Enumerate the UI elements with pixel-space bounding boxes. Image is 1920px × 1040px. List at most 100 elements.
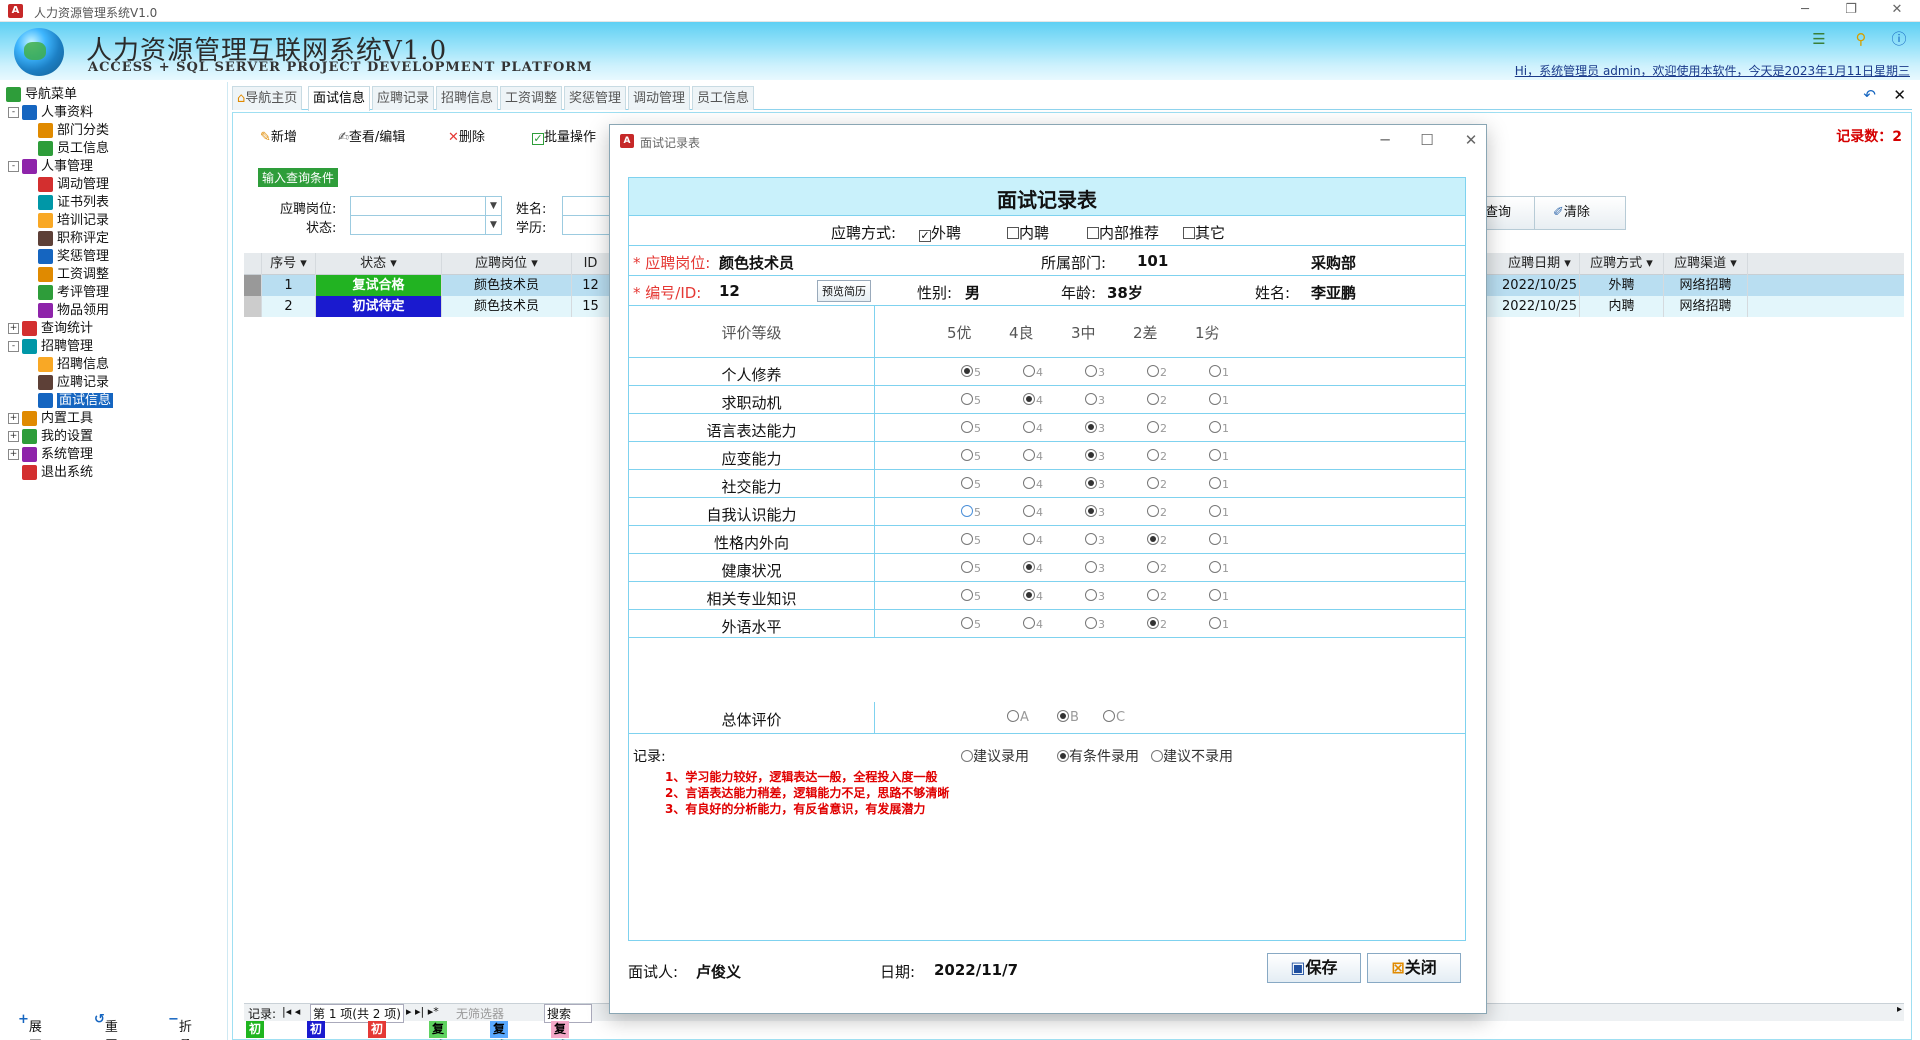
rating-radio[interactable]: 4 bbox=[1023, 365, 1043, 380]
rating-radio[interactable]: 4 bbox=[1023, 393, 1043, 408]
rating-radio[interactable]: 4 bbox=[1023, 421, 1043, 436]
tab-2[interactable]: 应聘记录 bbox=[372, 86, 435, 110]
minimize-button[interactable]: ─ bbox=[1790, 2, 1820, 17]
record-note-line[interactable]: 2、言语表达能力稍差，逻辑能力不足，思路不够清晰 bbox=[665, 784, 949, 801]
method-checkbox[interactable]: ✓外聘 bbox=[919, 222, 961, 243]
preview-resume-button[interactable]: 预览简历 bbox=[817, 280, 871, 302]
collapse-all-button[interactable]: − 折叠 bbox=[168, 1012, 192, 1040]
rating-radio[interactable]: 1 bbox=[1209, 533, 1229, 548]
rating-radio[interactable]: 5 bbox=[961, 589, 981, 604]
position-filter-select[interactable]: ▼ bbox=[350, 196, 502, 216]
tab-7[interactable]: 员工信息 bbox=[692, 86, 755, 110]
rating-radio[interactable]: 3 bbox=[1085, 533, 1105, 548]
rating-radio[interactable]: 5 bbox=[961, 617, 981, 632]
rating-radio[interactable]: 3 bbox=[1085, 561, 1105, 576]
rating-radio[interactable]: 2 bbox=[1147, 589, 1167, 604]
row-selector[interactable] bbox=[244, 275, 262, 296]
rating-radio[interactable]: 4 bbox=[1023, 589, 1043, 604]
rating-radio[interactable]: 3 bbox=[1085, 505, 1105, 520]
rating-radio[interactable]: 2 bbox=[1147, 533, 1167, 548]
delete-button[interactable]: ✕删除 bbox=[448, 126, 485, 145]
dialog-close-button[interactable]: ✕ bbox=[1456, 131, 1486, 149]
id-value[interactable]: 12 bbox=[719, 282, 740, 300]
rating-radio[interactable]: 5 bbox=[961, 421, 981, 436]
dialog-minimize-button[interactable]: ─ bbox=[1370, 131, 1400, 149]
col-header-status[interactable]: 状态 ▾ bbox=[316, 253, 442, 275]
rating-radio[interactable]: 1 bbox=[1209, 561, 1229, 576]
collapse-icon[interactable]: - bbox=[8, 161, 19, 172]
rating-radio[interactable]: 1 bbox=[1209, 589, 1229, 604]
overall-radio[interactable]: C bbox=[1103, 710, 1125, 725]
tab-close-icon[interactable]: ✕ bbox=[1893, 86, 1906, 104]
clear-button[interactable]: ✐清除 bbox=[1534, 196, 1626, 230]
rating-radio[interactable]: 4 bbox=[1023, 533, 1043, 548]
expand-icon[interactable]: + bbox=[8, 323, 19, 334]
user-icon[interactable]: ⚲ bbox=[1852, 30, 1870, 48]
rating-radio[interactable]: 2 bbox=[1147, 477, 1167, 492]
position-value[interactable]: 颜色技术员 bbox=[719, 252, 794, 273]
rating-radio[interactable]: 3 bbox=[1085, 449, 1105, 464]
recommend-radio[interactable]: 建议录用 bbox=[961, 746, 1029, 766]
nav-item[interactable]: 退出系统 bbox=[8, 462, 93, 484]
greeting-link[interactable]: Hi，系统管理员 admin，欢迎使用本软件，今天是2023年1月11日星期三 bbox=[1515, 62, 1910, 79]
rating-radio[interactable]: 3 bbox=[1085, 393, 1105, 408]
rating-radio[interactable]: 1 bbox=[1209, 449, 1229, 464]
tab-5[interactable]: 奖惩管理 bbox=[564, 86, 627, 110]
row-selector[interactable] bbox=[244, 296, 262, 317]
collapse-icon[interactable]: - bbox=[8, 341, 19, 352]
rating-radio[interactable]: 3 bbox=[1085, 477, 1105, 492]
rating-radio[interactable]: 4 bbox=[1023, 617, 1043, 632]
col-header-id[interactable]: ID bbox=[572, 253, 610, 275]
overall-radio[interactable]: A bbox=[1007, 710, 1029, 725]
name-value[interactable]: 李亚鹏 bbox=[1311, 282, 1356, 303]
rating-radio[interactable]: 3 bbox=[1085, 421, 1105, 436]
recommend-radio[interactable]: 有条件录用 bbox=[1057, 746, 1139, 766]
rating-radio[interactable]: 4 bbox=[1023, 477, 1043, 492]
record-note-line[interactable]: 1、学习能力较好，逻辑表达一般，全程投入度一般 bbox=[665, 768, 937, 785]
overall-radio[interactable]: B bbox=[1057, 710, 1079, 725]
rating-radio[interactable]: 1 bbox=[1209, 617, 1229, 632]
next-record-button[interactable]: ▸ ▸| ▸* bbox=[406, 1005, 439, 1018]
name-filter-input[interactable] bbox=[562, 196, 610, 216]
tab-3[interactable]: 招聘信息 bbox=[436, 86, 499, 110]
first-record-button[interactable]: |◂ ◂ bbox=[282, 1005, 300, 1018]
col-header-method[interactable]: 应聘方式 ▾ bbox=[1580, 253, 1664, 275]
rating-radio[interactable]: 2 bbox=[1147, 365, 1167, 380]
expand-icon[interactable]: + bbox=[8, 431, 19, 442]
view-edit-button[interactable]: ✍查看/编辑 bbox=[338, 126, 405, 145]
rating-radio[interactable]: 1 bbox=[1209, 477, 1229, 492]
date-value[interactable]: 2022/11/7 bbox=[934, 961, 1018, 979]
col-header-channel[interactable]: 应聘渠道 ▾ bbox=[1664, 253, 1748, 275]
undo-icon[interactable]: ↶ bbox=[1863, 86, 1876, 104]
method-checkbox[interactable]: 内部推荐 bbox=[1087, 222, 1159, 243]
status-filter-select[interactable]: ▼ bbox=[350, 215, 502, 235]
rating-radio[interactable]: 3 bbox=[1085, 589, 1105, 604]
method-checkbox[interactable]: 其它 bbox=[1183, 222, 1225, 243]
close-button[interactable]: ⊠关闭 bbox=[1367, 953, 1461, 983]
rating-radio[interactable]: 2 bbox=[1147, 617, 1167, 632]
rating-radio[interactable]: 2 bbox=[1147, 449, 1167, 464]
tab-4[interactable]: 工资调整 bbox=[500, 86, 563, 110]
reset-button[interactable]: ↺ 重置 bbox=[94, 1012, 118, 1040]
rating-radio[interactable]: 1 bbox=[1209, 505, 1229, 520]
rating-radio[interactable]: 1 bbox=[1209, 393, 1229, 408]
dept-id[interactable]: 101 bbox=[1137, 252, 1168, 270]
rating-radio[interactable]: 4 bbox=[1023, 505, 1043, 520]
rating-radio[interactable]: 2 bbox=[1147, 421, 1167, 436]
filter-indicator[interactable]: 无筛选器 bbox=[456, 1005, 504, 1022]
edu-filter-input[interactable] bbox=[562, 215, 610, 235]
recommend-radio[interactable]: 建议不录用 bbox=[1151, 746, 1233, 766]
rating-radio[interactable]: 1 bbox=[1209, 365, 1229, 380]
rating-radio[interactable]: 4 bbox=[1023, 561, 1043, 576]
tab-1[interactable]: 面试信息 bbox=[308, 86, 371, 111]
collapse-icon[interactable]: - bbox=[8, 107, 19, 118]
expand-icon[interactable]: + bbox=[8, 413, 19, 424]
expand-icon[interactable]: + bbox=[8, 449, 19, 460]
save-button[interactable]: ▣保存 bbox=[1267, 953, 1361, 983]
col-header-seq[interactable]: 序号 ▾ bbox=[262, 253, 316, 275]
rating-radio[interactable]: 3 bbox=[1085, 617, 1105, 632]
rating-radio[interactable]: 5 bbox=[961, 393, 981, 408]
rating-radio[interactable]: 5 bbox=[961, 477, 981, 492]
rating-radio[interactable]: 5 bbox=[961, 505, 981, 520]
rating-radio[interactable]: 5 bbox=[961, 449, 981, 464]
